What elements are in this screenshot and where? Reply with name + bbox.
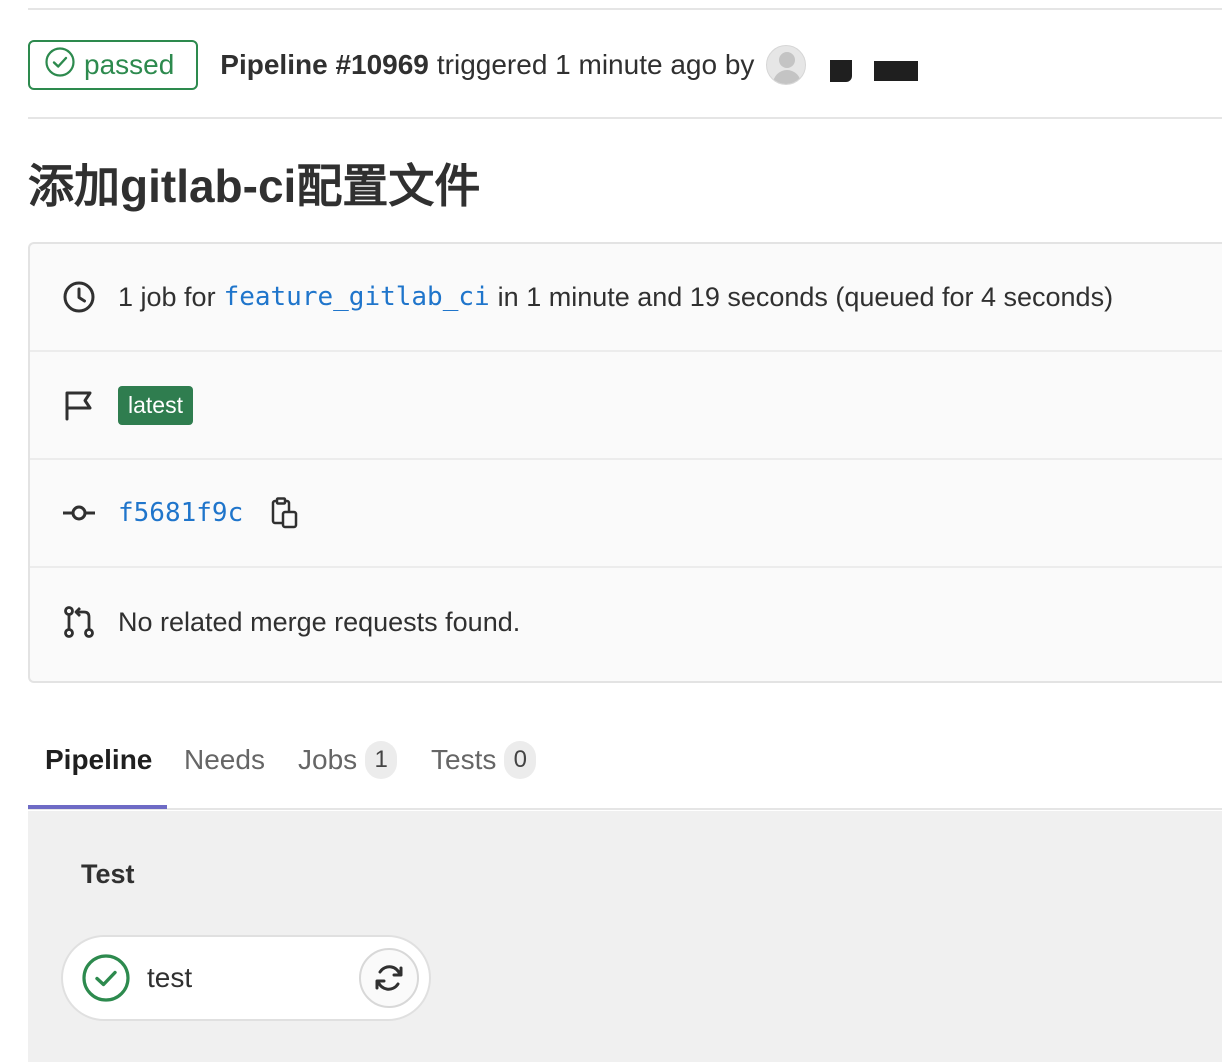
merge-requests-row: No related merge requests found. (30, 568, 1222, 676)
pipeline-id: Pipeline #10969 (220, 49, 429, 80)
jobs-duration: in 1 minute and 19 seconds (queued for 4… (497, 281, 1114, 312)
tab-jobs[interactable]: Jobs 1 (298, 738, 398, 782)
redacted-username (830, 60, 853, 82)
tab-jobs-count: 1 (365, 741, 398, 779)
page-title: 添加gitlab-ci配置文件 (28, 160, 481, 212)
commit-sha-link[interactable]: f5681f9c (118, 498, 243, 528)
check-circle-icon (81, 953, 131, 1003)
header-divider (28, 117, 1222, 119)
tab-tests-label: Tests (431, 744, 497, 775)
tab-tests[interactable]: Tests 0 (431, 738, 537, 782)
commit-row: f5681f9c (30, 460, 1222, 568)
clock-icon (62, 280, 96, 314)
job-name: test (147, 962, 193, 993)
check-circle-icon (44, 46, 84, 85)
merge-request-icon (62, 605, 96, 639)
status-label: passed (84, 49, 175, 80)
pipeline-info-panel: 1 job for feature_gitlab_ci in 1 minute … (28, 242, 1222, 683)
jobs-summary-row: 1 job for feature_gitlab_ci in 1 minute … (30, 244, 1222, 352)
commit-icon (62, 496, 96, 530)
retry-button[interactable] (359, 948, 419, 1008)
redacted-username-2 (874, 61, 919, 81)
badges-row: latest (30, 352, 1222, 460)
pipeline-header: passed Pipeline #10969 triggered 1 minut… (28, 40, 1222, 90)
clipboard-icon[interactable] (271, 497, 299, 529)
top-divider (28, 8, 1222, 10)
latest-badge[interactable]: latest (118, 385, 193, 425)
jobs-prefix: 1 job for (118, 281, 216, 312)
tab-jobs-label: Jobs (298, 744, 358, 775)
job-item[interactable]: test (61, 935, 431, 1021)
branch-link[interactable]: feature_gitlab_ci (224, 282, 490, 312)
pipeline-summary: Pipeline #10969 triggered 1 minute ago b… (220, 49, 754, 81)
tab-pipeline-label: Pipeline (45, 744, 153, 775)
active-tab-indicator (28, 805, 167, 809)
avatar[interactable] (766, 45, 807, 85)
tab-needs-label: Needs (184, 744, 265, 775)
tab-needs[interactable]: Needs (184, 738, 265, 782)
retry-icon (372, 961, 406, 995)
tab-pipeline[interactable]: Pipeline (45, 738, 152, 782)
tab-tests-count: 0 (504, 741, 537, 779)
stage-title: Test (81, 859, 135, 889)
triggered-text: triggered 1 minute ago by (436, 49, 755, 80)
status-badge[interactable]: passed (28, 40, 199, 90)
flag-icon (62, 388, 96, 422)
pipeline-tabs: Pipeline Needs Jobs 1 Tests 0 (28, 718, 1222, 810)
merge-requests-text: No related merge requests found. (118, 606, 521, 637)
pipeline-graph: Test test (28, 811, 1222, 1062)
